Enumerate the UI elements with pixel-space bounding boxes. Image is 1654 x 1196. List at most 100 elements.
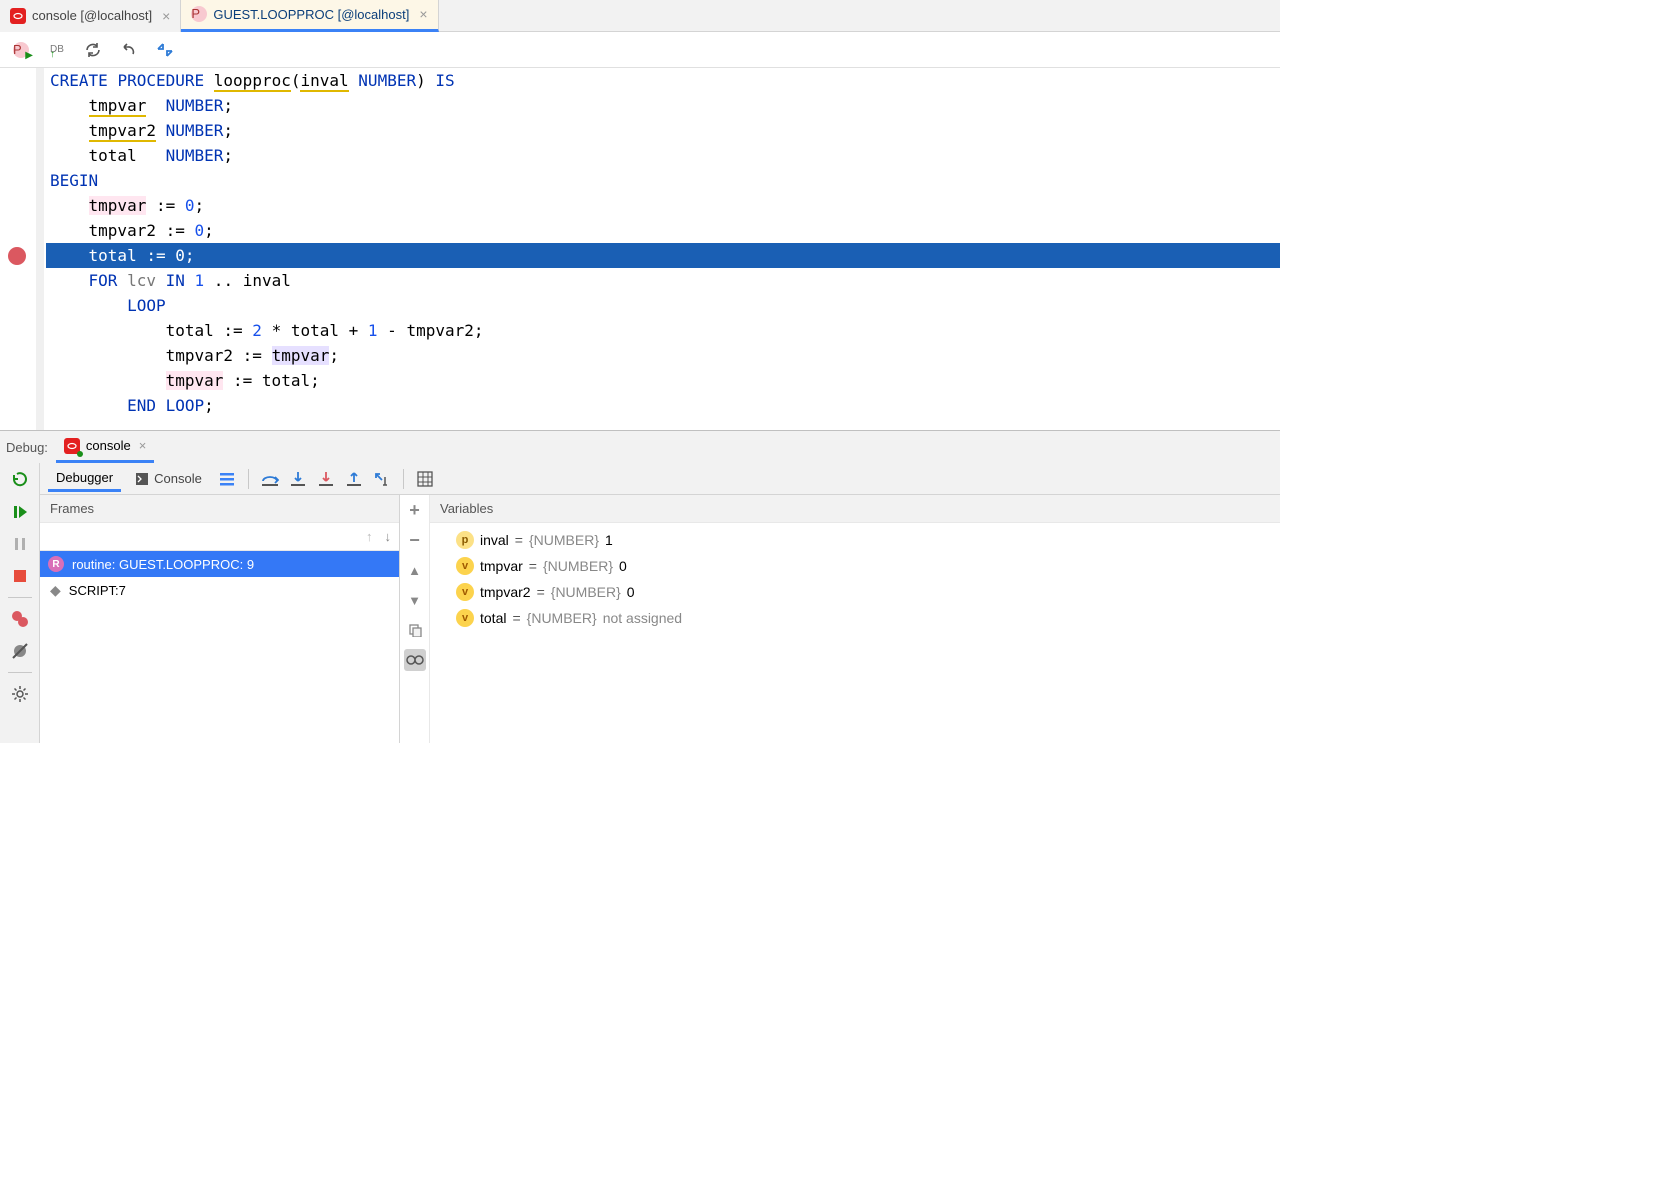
rerun-button[interactable] bbox=[9, 469, 31, 491]
variable-icon: v bbox=[456, 609, 474, 627]
code-line[interactable]: tmpvar := 0; bbox=[46, 193, 1280, 218]
frame-row[interactable]: R routine: GUEST.LOOPPROC: 9 bbox=[40, 551, 399, 577]
step-out-button[interactable] bbox=[343, 468, 365, 490]
variable-icon: v bbox=[456, 583, 474, 601]
var-value: 0 bbox=[619, 558, 627, 574]
force-step-into-button[interactable] bbox=[315, 468, 337, 490]
variables-list: p inval = {NUMBER} 1 v tmpvar = {NUMBER} bbox=[430, 523, 1280, 635]
mute-breakpoints-button[interactable] bbox=[9, 640, 31, 662]
move-down-button[interactable]: ▼ bbox=[404, 589, 426, 611]
copy-button[interactable] bbox=[404, 619, 426, 641]
frames-panel: Frames ↑ ↓ R routine: GUEST.LOOPPROC: 9 … bbox=[40, 495, 400, 743]
debug-toolbar: Debugger Console bbox=[40, 463, 1280, 495]
variable-row[interactable]: v total = {NUMBER} not assigned bbox=[438, 605, 1272, 631]
run-procedure-button[interactable]: P▶ bbox=[10, 39, 32, 61]
resume-button[interactable] bbox=[9, 501, 31, 523]
editor-gutter-fold bbox=[36, 68, 44, 430]
view-breakpoints-button[interactable] bbox=[9, 608, 31, 630]
editor-tabs-bar: console [@localhost] × P GUEST.LOOPPROC … bbox=[0, 0, 1280, 32]
debug-panels: Frames ↑ ↓ R routine: GUEST.LOOPPROC: 9 … bbox=[40, 495, 1280, 743]
code-line[interactable]: FOR lcv IN 1 .. inval bbox=[46, 268, 1280, 293]
run-to-cursor-button[interactable] bbox=[371, 468, 393, 490]
debug-panel: Debug: console × Debugger Console bbox=[0, 430, 1280, 743]
var-type: {NUMBER} bbox=[529, 532, 599, 548]
script-icon: ◆ bbox=[48, 582, 61, 599]
variables-icon-rail: + − ▲ ▼ bbox=[400, 495, 430, 743]
code-line[interactable]: LOOP bbox=[46, 293, 1280, 318]
frame-row[interactable]: ◆ SCRIPT:7 bbox=[40, 577, 399, 603]
code-editor[interactable]: CREATE PROCEDURE loopproc(inval NUMBER) … bbox=[0, 68, 1280, 430]
variables-header: Variables bbox=[430, 495, 1280, 523]
oracle-icon bbox=[64, 438, 80, 454]
code-line[interactable]: total := 2 * total + 1 - tmpvar2; bbox=[46, 318, 1280, 343]
var-value: 0 bbox=[627, 584, 635, 600]
variable-row[interactable]: v tmpvar = {NUMBER} 0 bbox=[438, 553, 1272, 579]
editor-gutter bbox=[0, 68, 36, 430]
frame-label: routine: GUEST.LOOPPROC: 9 bbox=[72, 557, 254, 572]
var-value: not assigned bbox=[603, 610, 682, 626]
close-icon[interactable]: × bbox=[139, 438, 147, 453]
code-line[interactable]: tmpvar2 NUMBER; bbox=[46, 118, 1280, 143]
stop-button[interactable] bbox=[9, 565, 31, 587]
debugger-tab[interactable]: Debugger bbox=[48, 466, 121, 492]
debug-left-rail bbox=[0, 463, 40, 743]
collapse-button[interactable] bbox=[154, 39, 176, 61]
debug-main: Debugger Console Frames ↑ ↓ bbox=[40, 463, 1280, 743]
code-line[interactable]: BEGIN bbox=[46, 168, 1280, 193]
db-upload-button[interactable]: DB↑ bbox=[46, 39, 68, 61]
close-icon[interactable]: × bbox=[419, 6, 427, 22]
variables-content: Variables p inval = {NUMBER} 1 v bbox=[430, 495, 1280, 743]
console-tab[interactable]: Console bbox=[127, 467, 210, 490]
frame-up-button[interactable]: ↑ bbox=[366, 529, 373, 544]
var-type: {NUMBER} bbox=[551, 584, 621, 600]
var-name: tmpvar2 bbox=[480, 584, 531, 600]
var-type: {NUMBER} bbox=[543, 558, 613, 574]
parameter-icon: p bbox=[456, 531, 474, 549]
debug-tab-label: console bbox=[86, 438, 131, 453]
move-up-button[interactable]: ▲ bbox=[404, 559, 426, 581]
code-line[interactable]: tmpvar NUMBER; bbox=[46, 93, 1280, 118]
close-icon[interactable]: × bbox=[162, 8, 170, 24]
routine-icon: R bbox=[48, 556, 64, 572]
breakpoint-icon[interactable] bbox=[8, 247, 26, 265]
code-line[interactable]: tmpvar2 := tmpvar; bbox=[46, 343, 1280, 368]
code-lines: CREATE PROCEDURE loopproc(inval NUMBER) … bbox=[46, 68, 1280, 418]
var-value: 1 bbox=[605, 532, 613, 548]
tab-label: console [@localhost] bbox=[32, 8, 152, 23]
variable-row[interactable]: v tmpvar2 = {NUMBER} 0 bbox=[438, 579, 1272, 605]
debug-header: Debug: console × bbox=[0, 431, 1280, 463]
var-type: {NUMBER} bbox=[527, 610, 597, 626]
variable-icon: v bbox=[456, 557, 474, 575]
editor-toolbar: P▶ DB↑ bbox=[0, 32, 1280, 68]
code-line[interactable]: total NUMBER; bbox=[46, 143, 1280, 168]
settings-button[interactable] bbox=[9, 683, 31, 705]
refresh-button[interactable] bbox=[82, 39, 104, 61]
frames-header: Frames bbox=[40, 495, 399, 523]
code-line-current[interactable]: total := 0; bbox=[46, 243, 1280, 268]
oracle-icon bbox=[10, 8, 26, 24]
code-line[interactable]: tmpvar := total; bbox=[46, 368, 1280, 393]
show-watches-button[interactable] bbox=[404, 649, 426, 671]
variable-row[interactable]: p inval = {NUMBER} 1 bbox=[438, 527, 1272, 553]
threads-button[interactable] bbox=[216, 468, 238, 490]
code-line[interactable]: END LOOP; bbox=[46, 393, 1280, 418]
remove-watch-button[interactable]: − bbox=[404, 529, 426, 551]
step-into-button[interactable] bbox=[287, 468, 309, 490]
debug-tab-console[interactable]: console × bbox=[56, 431, 154, 463]
tab-console[interactable]: console [@localhost] × bbox=[0, 0, 181, 32]
var-name: tmpvar bbox=[480, 558, 523, 574]
tab-guest-loopproc[interactable]: P GUEST.LOOPPROC [@localhost] × bbox=[181, 0, 438, 32]
undo-button[interactable] bbox=[118, 39, 140, 61]
frames-nav: ↑ ↓ bbox=[40, 523, 399, 551]
add-watch-button[interactable]: + bbox=[404, 499, 426, 521]
evaluate-button[interactable] bbox=[414, 468, 436, 490]
tab-label: GUEST.LOOPPROC [@localhost] bbox=[213, 7, 409, 22]
step-over-button[interactable] bbox=[259, 468, 281, 490]
code-line[interactable]: CREATE PROCEDURE loopproc(inval NUMBER) … bbox=[46, 68, 1280, 93]
debug-title: Debug: bbox=[6, 440, 48, 455]
debug-body: Debugger Console Frames ↑ ↓ bbox=[0, 463, 1280, 743]
frame-down-button[interactable]: ↓ bbox=[385, 529, 392, 544]
code-line[interactable]: tmpvar2 := 0; bbox=[46, 218, 1280, 243]
var-name: total bbox=[480, 610, 506, 626]
pause-button[interactable] bbox=[9, 533, 31, 555]
